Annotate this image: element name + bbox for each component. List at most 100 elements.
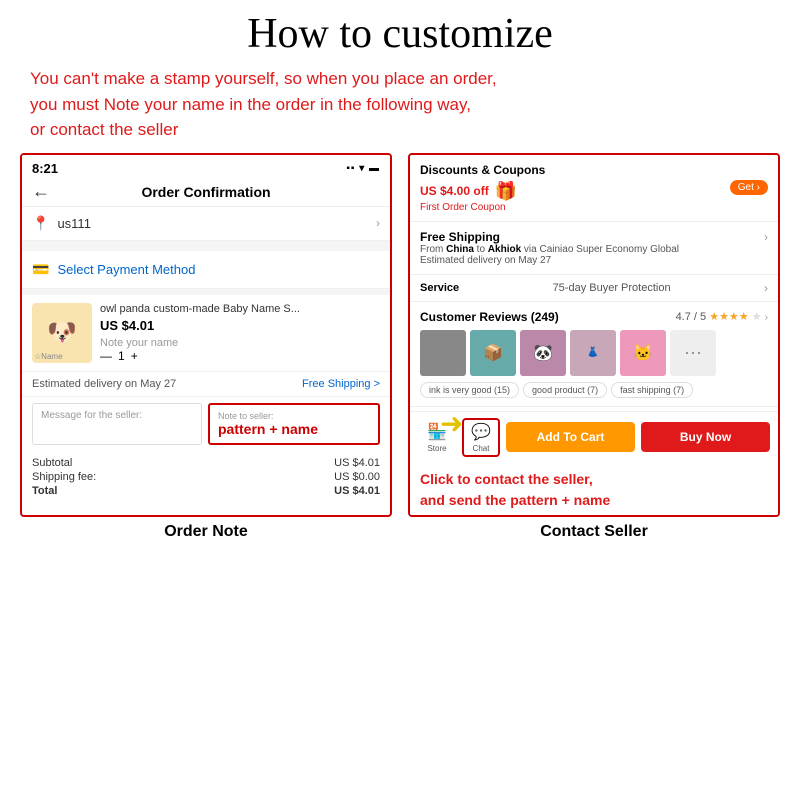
- right-panel: Discounts & Coupons US $4.00 off 🎁 First…: [408, 153, 780, 517]
- shipping-route: From China to Akhiok via Cainiao Super E…: [420, 244, 679, 255]
- add-to-cart-button[interactable]: Add To Cart: [506, 422, 635, 452]
- click-annotation: Click to contact the seller, and send th…: [410, 463, 778, 515]
- left-panel-label: Order Note: [164, 523, 248, 540]
- review-image-5: 🐱: [620, 330, 666, 376]
- store-label: Store: [427, 444, 446, 453]
- back-arrow-icon[interactable]: ←: [32, 181, 50, 202]
- note-pattern-text: pattern + name: [218, 421, 370, 437]
- reviews-rating: 4.7 / 5 ★★★★ ★ ›: [676, 310, 768, 323]
- review-tag-1[interactable]: ink is very good (15): [420, 382, 519, 398]
- address-text: us111: [57, 216, 368, 231]
- reviews-title: Customer Reviews (249): [420, 310, 559, 324]
- delivery-info: Estimated delivery on May 27: [32, 378, 176, 390]
- review-tag-3[interactable]: fast shipping (7): [611, 382, 693, 398]
- chat-icon: 💬: [471, 422, 491, 442]
- payment-row[interactable]: 💳 Select Payment Method: [22, 251, 390, 289]
- buy-now-button[interactable]: Buy Now: [641, 422, 770, 452]
- status-time: 8:21: [32, 161, 58, 176]
- review-image-4: 👗: [570, 330, 616, 376]
- gift-icon: 🎁: [495, 181, 517, 202]
- phone-screen: 8:21 ▪▪ ▾ ▬ ← Order Confirmation 📍 us111…: [22, 155, 390, 505]
- note-to-seller-box[interactable]: Note to seller: pattern + name: [208, 403, 380, 445]
- location-icon: 📍: [32, 215, 49, 232]
- star-icon: ★★★★: [709, 311, 748, 323]
- review-image-3: 🐼: [520, 330, 566, 376]
- shipping-label: Shipping fee:: [32, 471, 96, 483]
- click-annotation-line2: and send the: [420, 492, 506, 508]
- coupon-label: First Order Coupon: [420, 202, 545, 213]
- total-label: Total: [32, 485, 57, 497]
- review-image-1: [420, 330, 466, 376]
- order-confirmation-title: Order Confirmation: [141, 184, 270, 200]
- pattern-text: pattern + name: [510, 492, 610, 508]
- service-value: 75-day Buyer Protection: [553, 282, 671, 294]
- shipping-row: Shipping fee: US $0.00: [32, 471, 380, 483]
- shipping-value: US $0.00: [334, 471, 380, 483]
- shipping-section: Free Shipping From China to Akhiok via C…: [410, 222, 778, 275]
- left-panel: 8:21 ▪▪ ▾ ▬ ← Order Confirmation 📍 us111…: [20, 153, 392, 517]
- chat-button[interactable]: 💬 Chat: [462, 418, 500, 457]
- discount-amount: US $4.00 off: [420, 184, 489, 198]
- gray-divider-1: [22, 241, 390, 251]
- service-section: Service 75-day Buyer Protection ›: [410, 275, 778, 302]
- chat-label: Chat: [473, 444, 490, 453]
- review-tag-2[interactable]: good product (7): [523, 382, 607, 398]
- free-shipping-link[interactable]: Free Shipping >: [302, 378, 380, 390]
- right-panel-content: Discounts & Coupons US $4.00 off 🎁 First…: [410, 155, 778, 515]
- review-image-2: 📦: [470, 330, 516, 376]
- arrow-annotation-area: ➜: [410, 407, 778, 411]
- img-label: ☆Name: [34, 352, 63, 361]
- page-container: How to customize You can't make a stamp …: [0, 0, 800, 800]
- reviews-header: Customer Reviews (249) 4.7 / 5 ★★★★ ★ ›: [420, 310, 768, 324]
- qty-plus-icon[interactable]: +: [131, 349, 138, 363]
- total-row: Total US $4.01: [32, 485, 380, 497]
- service-label: Service: [420, 282, 459, 294]
- qty-minus-icon[interactable]: —: [100, 349, 112, 363]
- address-row[interactable]: 📍 us111 ›: [22, 207, 390, 241]
- shipping-info: Free Shipping From China to Akhiok via C…: [420, 230, 679, 266]
- right-panel-label: Contact Seller: [540, 523, 648, 540]
- shipping-title: Free Shipping: [420, 230, 679, 244]
- reviews-chevron-icon: ›: [765, 312, 768, 323]
- delivery-row: Estimated delivery on May 27 Free Shippi…: [22, 372, 390, 397]
- status-bar: 8:21 ▪▪ ▾ ▬: [22, 155, 390, 178]
- message-for-seller-box[interactable]: Message for the seller:: [32, 403, 202, 445]
- shipping-delivery: Estimated delivery on May 27: [420, 255, 679, 266]
- arrow-icon: ➜: [440, 407, 463, 440]
- subtotal-row: Subtotal US $4.01: [32, 457, 380, 469]
- review-more-icon: ···: [670, 330, 716, 376]
- panel-labels-row: Order Note Contact Seller: [20, 523, 780, 541]
- discount-left: US $4.00 off 🎁: [420, 181, 545, 202]
- phone-header: ← Order Confirmation: [22, 178, 390, 207]
- review-tags: ink is very good (15) good product (7) f…: [420, 382, 768, 398]
- panels-row: 8:21 ▪▪ ▾ ▬ ← Order Confirmation 📍 us111…: [20, 153, 780, 517]
- qty-value: 1: [118, 349, 125, 363]
- empty-star-icon: ★: [752, 311, 762, 323]
- subtitle: You can't make a stamp yourself, so when…: [20, 66, 780, 143]
- bottom-bar: 🏪 Store 💬 Chat Add To Cart Buy Now: [410, 411, 778, 463]
- product-info: owl panda custom-made Baby Name S... US …: [100, 303, 380, 363]
- click-annotation-line1: Click to contact the seller,: [420, 471, 593, 487]
- page-title: How to customize: [20, 10, 780, 58]
- product-name: owl panda custom-made Baby Name S...: [100, 303, 380, 315]
- subtotal-value: US $4.01: [334, 457, 380, 469]
- product-row: 🐶 ☆Name owl panda custom-made Baby Name …: [22, 295, 390, 372]
- note-label: Note to seller:: [218, 411, 370, 421]
- product-note-placeholder: Note your name: [100, 337, 380, 349]
- product-price: US $4.01: [100, 318, 380, 333]
- get-coupon-button[interactable]: Get ›: [730, 180, 768, 195]
- totals-section: Subtotal US $4.01 Shipping fee: US $0.00…: [22, 451, 390, 505]
- product-image: 🐶 ☆Name: [32, 303, 92, 363]
- status-icons: ▪▪ ▾ ▬: [346, 163, 380, 174]
- address-chevron-icon: ›: [376, 216, 380, 230]
- shipping-chevron-icon: ›: [764, 230, 768, 244]
- left-panel-label-container: Order Note: [20, 523, 392, 541]
- total-value: US $4.01: [334, 485, 380, 497]
- payment-text: Select Payment Method: [57, 262, 195, 277]
- discount-row: Discounts & Coupons US $4.00 off 🎁 First…: [420, 163, 768, 213]
- reviews-section: Customer Reviews (249) 4.7 / 5 ★★★★ ★ › …: [410, 302, 778, 407]
- review-images: 📦 🐼 👗 🐱 ···: [420, 330, 768, 376]
- qty-controls: — 1 +: [100, 349, 380, 363]
- message-placeholder: Message for the seller:: [41, 410, 142, 421]
- discounts-title: Discounts & Coupons: [420, 163, 545, 177]
